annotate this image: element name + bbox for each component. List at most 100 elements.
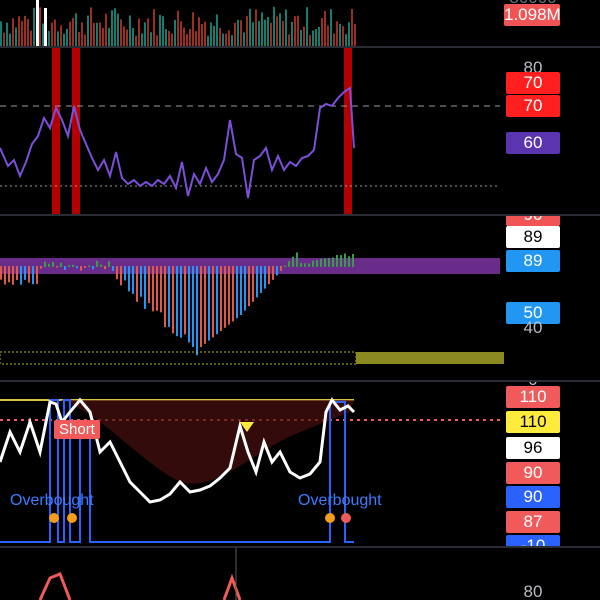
momentum-bar — [48, 263, 50, 267]
volume-bar — [246, 16, 248, 46]
momentum-bar — [208, 266, 210, 341]
volume-bar — [144, 22, 146, 46]
volume-bar — [201, 23, 203, 46]
momentum-bar — [280, 266, 282, 271]
volume-bar — [36, 0, 39, 46]
volume-bar — [150, 32, 152, 46]
osc-badge-3: 90 — [506, 462, 560, 484]
volume-bar — [291, 21, 293, 46]
volume-bar — [57, 31, 59, 46]
volume-bar — [354, 23, 356, 46]
bottom-axis-80: 80 — [523, 582, 543, 600]
momentum-bar — [12, 266, 14, 285]
volume-bar — [69, 21, 71, 46]
momentum-bar — [316, 260, 318, 267]
volume-bar — [339, 23, 341, 46]
momentum-bar — [204, 266, 206, 344]
volume-bar — [63, 33, 65, 46]
momentum-bar — [164, 266, 166, 328]
volume-bar — [156, 35, 158, 46]
momentum-bar — [56, 266, 58, 268]
momentum-bar — [244, 266, 246, 311]
volume-bar — [42, 23, 44, 46]
momentum-bar — [276, 266, 278, 276]
bottom-spike — [38, 572, 72, 600]
momentum-bar — [224, 266, 226, 328]
momentum-bar — [52, 261, 54, 267]
volume-bar — [126, 29, 128, 46]
squeeze-badge-blue: 89 — [506, 250, 560, 272]
momentum-bar — [260, 266, 262, 293]
momentum-bar — [252, 266, 254, 302]
momentum-bar — [144, 266, 146, 309]
momentum-bar — [304, 263, 306, 267]
momentum-bar — [136, 266, 138, 302]
volume-bar — [318, 26, 320, 46]
short-signal-label: Short — [54, 420, 100, 439]
volume-bar — [51, 22, 53, 46]
oscillator-pane: 0 110 110 96 90 90 87 -10 Short Overboug… — [0, 382, 600, 546]
momentum-bar — [336, 254, 338, 267]
momentum-bar — [308, 263, 310, 267]
rsi-pane: 80 70 70 60 — [0, 48, 600, 214]
volume-bar — [0, 21, 2, 46]
momentum-bar — [328, 257, 330, 267]
volume-bar — [168, 30, 170, 46]
volume-bar — [231, 35, 233, 46]
momentum-bar — [132, 266, 134, 294]
overbought-label-left: Overbought — [10, 492, 94, 509]
momentum-bar — [20, 266, 22, 285]
volume-bar — [180, 21, 182, 46]
momentum-bar — [192, 266, 194, 347]
momentum-bar — [156, 266, 158, 311]
volume-bar — [183, 27, 185, 46]
volume-bar — [192, 12, 194, 46]
volume-bar — [30, 30, 32, 46]
bottom-pane: 80 — [0, 548, 600, 600]
momentum-bar — [16, 266, 18, 281]
volume-bar — [243, 32, 245, 46]
volume-bar — [234, 22, 236, 46]
volume-bar — [102, 28, 104, 46]
volume-bar — [294, 16, 296, 46]
momentum-bar — [140, 266, 142, 297]
volume-bar — [306, 7, 308, 46]
momentum-bar — [168, 266, 170, 327]
momentum-bar — [60, 262, 62, 267]
osc-badge-1: 110 — [506, 411, 560, 433]
osc-cloud — [0, 400, 354, 484]
momentum-bar — [264, 266, 266, 289]
volume-bar — [189, 29, 191, 46]
volume-bar — [18, 16, 20, 46]
momentum-bar — [292, 256, 294, 267]
volume-bar — [153, 9, 155, 46]
momentum-bar — [40, 266, 42, 269]
momentum-bar — [116, 266, 118, 280]
momentum-bar — [256, 266, 258, 298]
volume-bar — [15, 27, 17, 46]
volume-badge: 1.098M — [504, 4, 561, 26]
signal-dot — [67, 513, 77, 523]
momentum-bar — [216, 266, 218, 335]
volume-bar — [60, 25, 62, 46]
volume-bar — [21, 21, 23, 46]
volume-bar — [9, 33, 11, 46]
signal-dot — [325, 513, 335, 523]
volume-bar — [75, 13, 77, 46]
volume-bar — [249, 8, 251, 46]
volume-bar — [165, 29, 167, 46]
momentum-bar — [152, 266, 154, 312]
momentum-bar — [228, 266, 230, 325]
volume-bar — [123, 26, 125, 46]
volume-pane: 80000 1.098M — [0, 0, 600, 46]
squeeze-pane: 90 89 89 50 40 — [0, 216, 600, 380]
volume-bar — [135, 35, 137, 46]
osc-badge-4: 90 — [506, 486, 560, 508]
bottom-spike — [222, 573, 242, 600]
volume-bar — [351, 8, 353, 46]
volume-bar — [159, 14, 161, 46]
volume-bar — [186, 34, 188, 46]
volume-bar — [81, 22, 83, 46]
volume-bar — [348, 22, 350, 46]
volume-bar — [171, 33, 173, 46]
